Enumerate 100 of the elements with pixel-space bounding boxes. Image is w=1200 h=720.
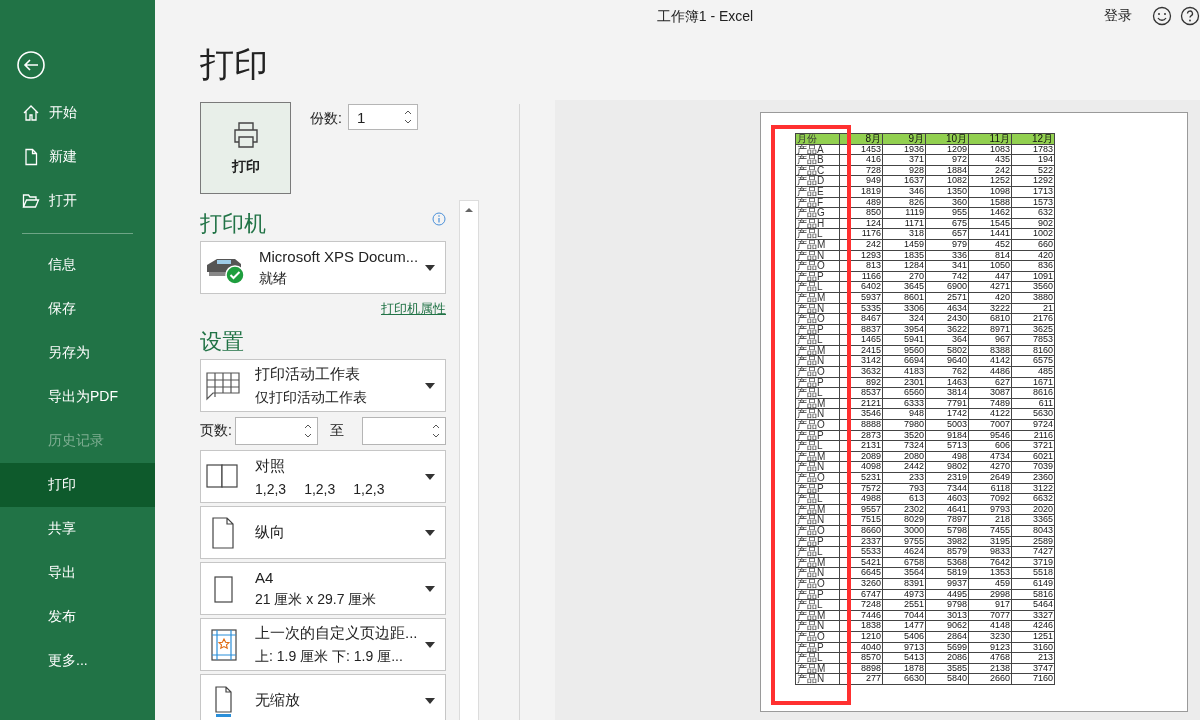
table-cell: 2442 — [882, 461, 926, 473]
table-cell: 9802 — [925, 461, 969, 473]
table-cell: 3087 — [968, 387, 1012, 399]
table-cell: 9557 — [839, 504, 883, 515]
table-cell: 4973 — [882, 589, 926, 600]
page-to-field[interactable] — [362, 417, 446, 445]
page-from-field[interactable] — [234, 417, 319, 445]
table-cell: 416 — [839, 154, 883, 166]
nav-item[interactable]: 信息 — [0, 243, 155, 287]
copies-field[interactable]: 1 — [347, 104, 418, 130]
nav-item[interactable]: 开始 — [0, 91, 155, 135]
nav-item[interactable]: 共享 — [0, 507, 155, 551]
table-cell: 813 — [839, 260, 883, 272]
help-icon[interactable] — [1180, 6, 1200, 26]
spin-arrows-icon[interactable] — [304, 422, 313, 440]
sign-in-link[interactable]: 登录 — [1104, 7, 1132, 25]
table-cell: 9062 — [925, 620, 969, 632]
table-cell: 产品O — [795, 631, 840, 642]
table-cell: 5941 — [882, 334, 926, 346]
table-cell: 产品P — [795, 642, 840, 653]
nav-item[interactable]: 另存为 — [0, 331, 155, 375]
table-cell: 447 — [968, 271, 1012, 282]
table-cell: 产品L — [795, 493, 840, 505]
nav-item[interactable]: 更多... — [0, 639, 155, 683]
table-cell: 6645 — [839, 567, 883, 579]
spin-arrows-icon[interactable] — [403, 108, 412, 126]
table-cell: 4246 — [1011, 620, 1055, 632]
table-cell: 1350 — [925, 186, 969, 198]
table-cell: 1284 — [882, 260, 926, 272]
nav-item[interactable]: 保存 — [0, 287, 155, 331]
table-cell: 8391 — [882, 578, 926, 590]
nav-item[interactable]: 导出 — [0, 551, 155, 595]
table-cell: 6632 — [1011, 493, 1055, 505]
table-cell: 892 — [839, 377, 883, 388]
table-cell: 6402 — [839, 281, 883, 293]
table-cell: 产品M — [795, 451, 840, 462]
table-cell: 8898 — [839, 663, 883, 674]
table-cell: 1545 — [968, 218, 1012, 229]
table-cell: 371 — [882, 154, 926, 166]
table-cell: 产品N — [795, 514, 840, 526]
smiley-icon[interactable] — [1152, 6, 1172, 26]
table-cell: 4634 — [925, 303, 969, 314]
table-cell: 产品P — [795, 377, 840, 388]
back-icon[interactable] — [16, 50, 46, 80]
print-button[interactable]: 打印 — [200, 102, 291, 194]
printer-dropdown[interactable]: Microsoft XPS Docum... 就绪 — [200, 241, 446, 294]
table-cell: 498 — [925, 451, 969, 462]
nav-item[interactable]: 发布 — [0, 595, 155, 639]
printer-properties-link[interactable]: 打印机属性 — [381, 300, 446, 318]
table-cell: 489 — [839, 197, 883, 208]
nav-item[interactable]: 打印 — [0, 463, 155, 507]
setting-dropdown[interactable]: 无缩放 — [200, 674, 446, 720]
scrollbar[interactable] — [459, 200, 479, 720]
table-cell: 3546 — [839, 408, 883, 420]
table-cell: 产品H — [795, 218, 840, 229]
table-cell: 7446 — [839, 610, 883, 621]
table-cell: 9937 — [925, 578, 969, 590]
table-cell: 657 — [925, 228, 969, 240]
nav-item[interactable]: 导出为PDF — [0, 375, 155, 419]
setting-dropdown[interactable]: 打印活动工作表 仅打印活动工作表 — [200, 359, 446, 412]
table-cell: 632 — [1011, 207, 1055, 219]
table-cell: 1210 — [839, 631, 883, 642]
table-cell: 6149 — [1011, 578, 1055, 590]
table-cell: 9793 — [968, 504, 1012, 515]
table-cell: 8467 — [839, 313, 883, 325]
table-cell: 277 — [839, 673, 883, 685]
table-cell: 1463 — [925, 377, 969, 388]
table-cell: 8601 — [882, 292, 926, 303]
table-cell: 4271 — [968, 281, 1012, 293]
table-cell: 1453 — [839, 144, 883, 155]
column-header: 11月 — [968, 133, 1012, 145]
nav-item[interactable]: 打开 — [0, 179, 155, 223]
caret-icon — [425, 264, 435, 271]
setting-dropdown[interactable]: 对照 1,2,3 1,2,3 1,2,3 — [200, 450, 446, 503]
table-cell: 2337 — [839, 536, 883, 547]
table-cell: 1119 — [882, 207, 926, 219]
table-cell: 3142 — [839, 355, 883, 367]
table-cell: 242 — [968, 165, 1012, 176]
table-cell: 4734 — [968, 451, 1012, 462]
table-cell: 7897 — [925, 514, 969, 526]
setting-dropdown[interactable]: 上一次的自定义页边距... 上: 1.9 厘米 下: 1.9 厘... — [200, 618, 446, 671]
table-cell: 452 — [968, 239, 1012, 251]
table-cell: 4603 — [925, 493, 969, 505]
table-cell: 8837 — [839, 324, 883, 335]
table-cell: 1441 — [968, 228, 1012, 240]
table-cell: 814 — [968, 250, 1012, 261]
table-cell: 1573 — [1011, 197, 1055, 208]
table-cell: 1251 — [1011, 631, 1055, 642]
table-cell: 产品M — [795, 504, 840, 515]
setting-dropdown[interactable]: A4 21 厘米 x 29.7 厘米 — [200, 562, 446, 615]
table-cell: 5335 — [839, 303, 883, 314]
table-cell: 6810 — [968, 313, 1012, 325]
to-label: 至 — [330, 422, 345, 440]
table-cell: 产品M — [795, 292, 840, 303]
nav-item[interactable]: 新建 — [0, 135, 155, 179]
table-cell: 5231 — [839, 472, 883, 484]
table-cell: 5802 — [925, 345, 969, 356]
setting-dropdown[interactable]: 纵向 — [200, 506, 446, 559]
table-cell: 3625 — [1011, 324, 1055, 335]
spin-arrows-icon[interactable] — [432, 422, 440, 440]
